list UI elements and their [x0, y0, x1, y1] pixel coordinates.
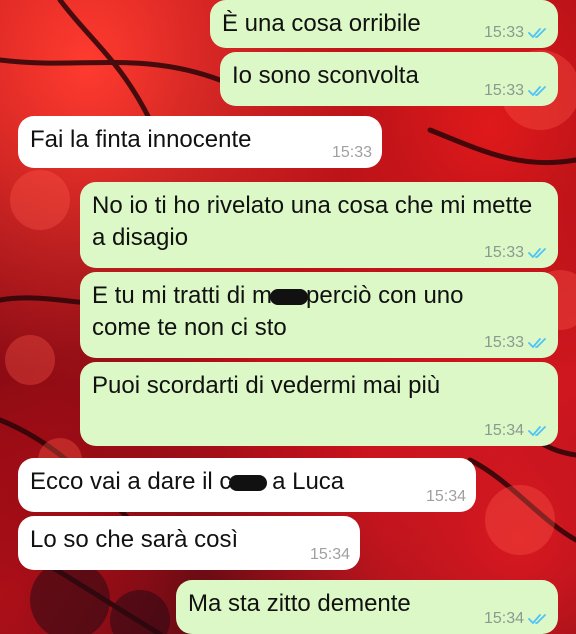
message-text: È una cosa orribile: [222, 10, 421, 37]
double-check-icon: [528, 614, 546, 624]
message-meta: 15:33: [484, 244, 548, 262]
message-bubble-outgoing[interactable]: Ma sta zitto demente 15:34: [176, 580, 558, 634]
message-time: 15:34: [309, 546, 350, 563]
message-text: Puoi scordarti di vedermi mai più: [92, 372, 441, 399]
message-text: Io sono sconvolta: [232, 62, 419, 89]
double-check-icon: [528, 248, 546, 258]
message-bubble-incoming[interactable]: Lo so che sarà così 15:34: [18, 516, 360, 570]
message-bubble-outgoing[interactable]: Io sono sconvolta 15:33: [220, 52, 558, 106]
double-check-icon: [528, 338, 546, 348]
message-meta: 15:34: [310, 546, 350, 564]
message-text: E tu mi tratti di m perciò con uno come t…: [92, 282, 470, 341]
redaction-mark: [229, 474, 268, 491]
double-check-icon: [528, 426, 546, 436]
message-bubble-outgoing[interactable]: È una cosa orribile 15:33: [210, 0, 558, 48]
message-time: 15:33: [483, 244, 524, 261]
message-meta: 15:33: [484, 82, 548, 100]
redaction-mark: [270, 288, 309, 305]
message-text: Ma sta zitto demente: [188, 590, 411, 617]
message-text-part: E tu mi tratti di m: [92, 282, 273, 309]
message-time: 15:33: [483, 334, 524, 351]
message-meta: 15:33: [484, 24, 548, 42]
message-meta: 15:34: [484, 610, 548, 628]
message-time: 15:34: [483, 422, 524, 439]
message-time: 15:33: [483, 24, 524, 41]
message-text: Lo so che sarà così: [30, 526, 239, 553]
message-text: Fai la finta innocente: [30, 126, 252, 153]
message-meta: 15:33: [332, 144, 372, 162]
message-time: 15:34: [425, 488, 466, 505]
double-check-icon: [528, 86, 546, 96]
message-time: 15:34: [483, 610, 524, 627]
message-bubble-incoming[interactable]: Fai la finta innocente 15:33: [18, 116, 382, 168]
message-time: 15:33: [483, 82, 524, 99]
message-text: No io ti ho rivelato una cosa che mi met…: [92, 192, 539, 251]
message-bubble-outgoing[interactable]: No io ti ho rivelato una cosa che mi met…: [80, 182, 558, 268]
message-meta: 15:33: [484, 334, 548, 352]
message-time: 15:33: [331, 144, 372, 161]
message-meta: 15:34: [426, 488, 466, 506]
double-check-icon: [528, 28, 546, 38]
message-text: Ecco vai a dare il c a Luca: [30, 468, 344, 495]
message-text-part: Ecco vai a dare il c: [30, 468, 232, 495]
message-bubble-incoming[interactable]: Ecco vai a dare il c a Luca 15:34: [18, 458, 476, 512]
message-bubble-outgoing[interactable]: Puoi scordarti di vedermi mai più 15:34: [80, 362, 558, 446]
message-text-part: a Luca: [265, 468, 345, 495]
message-meta: 15:34: [484, 422, 548, 440]
message-bubble-outgoing[interactable]: E tu mi tratti di m perciò con uno come t…: [80, 272, 558, 358]
